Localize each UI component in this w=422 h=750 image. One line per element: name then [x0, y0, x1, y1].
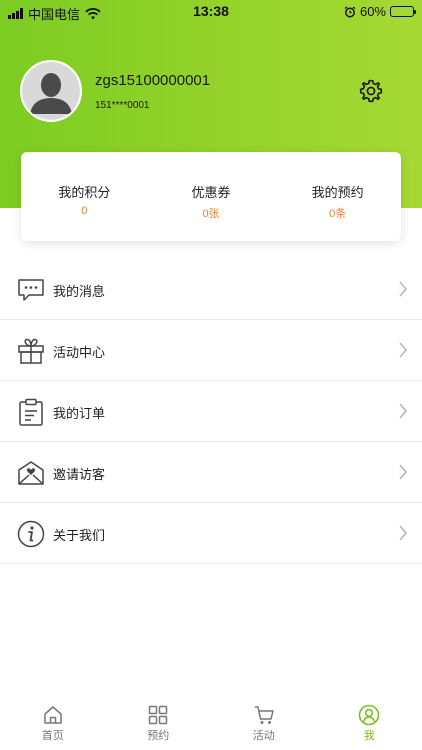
chevron-right-icon [399, 464, 407, 480]
stat-value: 0 [81, 205, 88, 217]
menu-item-activity-center[interactable]: 活动中心 [0, 320, 422, 381]
tab-appointment[interactable]: 预约 [106, 698, 212, 750]
message-icon [18, 279, 44, 301]
menu-list: 我的消息 活动中心 我的订单 邀请访客 关于我们 [0, 259, 422, 564]
chevron-right-icon [399, 525, 407, 541]
tab-me[interactable]: 我 [317, 698, 422, 750]
grid-icon [149, 705, 168, 725]
battery-icon [390, 6, 416, 17]
tab-label: 预约 [147, 730, 170, 742]
stat-label: 我的积分 [58, 185, 111, 200]
stat-label: 优惠券 [191, 185, 231, 200]
stat-value: 0张 [202, 208, 220, 220]
menu-item-orders[interactable]: 我的订单 [0, 381, 422, 442]
cart-icon [254, 706, 274, 724]
tab-activities[interactable]: 活动 [211, 698, 317, 750]
menu-item-label: 我的消息 [53, 284, 106, 299]
stat-appointments[interactable]: 我的预约 0条 [274, 152, 401, 241]
menu-item-about-us[interactable]: 关于我们 [0, 503, 422, 564]
alarm-icon [344, 5, 356, 17]
stats-card: 我的积分 0 优惠券 0张 我的预约 0条 [21, 152, 401, 241]
avatar-silhouette-icon [22, 62, 80, 120]
info-icon [17, 520, 45, 548]
stat-label: 我的预约 [311, 185, 364, 200]
stat-points[interactable]: 我的积分 0 [21, 152, 148, 241]
settings-gear-icon[interactable] [358, 78, 384, 104]
stat-value: 0条 [329, 208, 347, 220]
chevron-right-icon [399, 342, 407, 358]
menu-item-label: 关于我们 [53, 528, 106, 543]
tab-label: 我 [363, 730, 375, 742]
stat-coupons[interactable]: 优惠券 0张 [148, 152, 275, 241]
user-circle-icon [358, 704, 380, 726]
tab-home[interactable]: 首页 [0, 698, 106, 750]
bottom-tab-bar: 首页 预约 活动 我 [0, 698, 422, 750]
tab-label: 活动 [252, 730, 275, 742]
chevron-right-icon [399, 281, 407, 297]
home-icon [44, 706, 62, 724]
menu-item-messages[interactable]: 我的消息 [0, 259, 422, 320]
avatar[interactable] [20, 60, 82, 122]
tab-label: 首页 [41, 730, 64, 742]
battery-percent: 60% [359, 4, 386, 19]
status-bar: 中国电信 13:38 60% [0, 0, 422, 24]
gift-icon [18, 338, 44, 364]
menu-item-label: 邀请访客 [53, 467, 106, 482]
chevron-right-icon [399, 403, 407, 419]
username: zgs15100000001 [95, 72, 211, 89]
clipboard-icon [19, 398, 43, 426]
menu-item-label: 活动中心 [53, 345, 106, 360]
phone-number: 151****0001 [95, 100, 150, 111]
menu-item-label: 我的订单 [53, 406, 106, 421]
invite-envelope-icon [18, 461, 44, 485]
menu-item-invite-visitor[interactable]: 邀请访客 [0, 442, 422, 503]
